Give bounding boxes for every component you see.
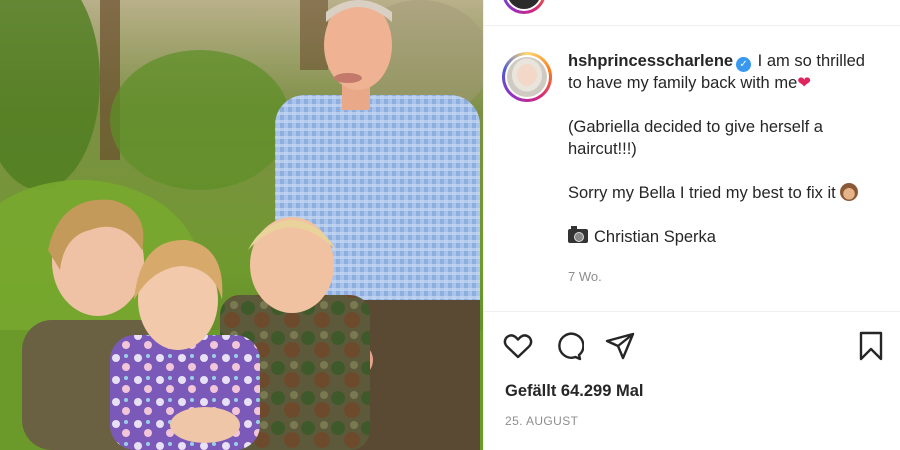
family-photo-illustration: [0, 0, 483, 450]
username-link[interactable]: hshprincesscharlene: [568, 52, 733, 70]
heart-emoji-icon: ❤: [797, 74, 812, 92]
action-bar: [502, 330, 887, 362]
caption-para3-text: Sorry my Bella I tried my best to fix it: [568, 184, 836, 202]
divider: [484, 311, 900, 312]
bookmark-icon[interactable]: [855, 330, 887, 362]
paper-plane-icon[interactable]: [604, 330, 636, 362]
avatar[interactable]: [502, 52, 552, 102]
photo-credit-name: Christian Sperka: [594, 228, 716, 246]
heart-outline-icon[interactable]: [502, 330, 534, 362]
post-age[interactable]: 7 Wo.: [568, 266, 878, 288]
post-date: 25. AUGUST: [505, 414, 579, 428]
camera-emoji-icon: [568, 226, 588, 243]
caption-paragraph-3: Sorry my Bella I tried my best to fix it: [568, 182, 878, 204]
post-side-panel: hshprincesscharlene ✓ I am so thrilled to…: [483, 0, 900, 450]
caption: hshprincesscharlene ✓ I am so thrilled to…: [568, 50, 878, 288]
instagram-post: hshprincesscharlene ✓ I am so thrilled to…: [0, 0, 900, 450]
comment-bubble-icon[interactable]: [552, 330, 585, 362]
caption-block: hshprincesscharlene ✓ I am so thrilled to…: [502, 50, 892, 288]
divider: [484, 25, 900, 26]
like-count[interactable]: Gefällt 64.299 Mal: [505, 382, 644, 401]
caption-paragraph-2: (Gabriella decided to give herself a hai…: [568, 118, 823, 158]
previous-comment-avatar[interactable]: [502, 0, 546, 14]
see-no-evil-monkey-emoji-icon: [839, 183, 858, 201]
post-photo[interactable]: [0, 0, 483, 450]
profile-picture: [507, 57, 547, 97]
verified-badge-icon: ✓: [736, 57, 752, 72]
photo-credit: Christian Sperka: [568, 226, 878, 248]
